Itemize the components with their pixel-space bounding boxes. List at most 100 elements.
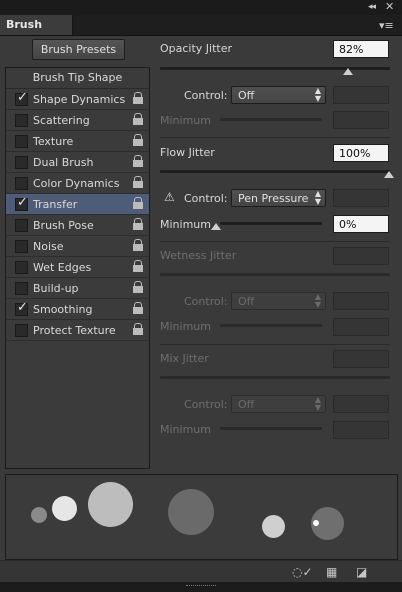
flow-control-value: Pen Pressure xyxy=(238,192,309,205)
sidebar-item-label: Shape Dynamics xyxy=(33,93,126,106)
lock-icon[interactable] xyxy=(133,260,143,272)
checkbox[interactable] xyxy=(15,324,28,337)
opacity-minimum-field xyxy=(333,111,389,129)
sidebar-item-label: Smoothing xyxy=(33,303,93,316)
resize-grip[interactable] xyxy=(186,585,216,589)
opacity-jitter-slider-thumb[interactable] xyxy=(343,68,353,75)
mix-control-select: Off ▲ ▼ xyxy=(231,395,326,413)
brush-presets-button[interactable]: Brush Presets xyxy=(32,39,125,60)
sidebar-item-label: Wet Edges xyxy=(33,261,92,274)
flow-jitter-slider-thumb[interactable] xyxy=(384,171,394,178)
sidebar-item[interactable]: Brush Pose xyxy=(6,215,149,236)
flow-minimum-slider[interactable] xyxy=(220,222,322,225)
lock-icon[interactable] xyxy=(133,323,143,335)
lock-icon[interactable] xyxy=(133,155,143,167)
flow-jitter-slider[interactable] xyxy=(160,170,390,173)
preview-dab xyxy=(31,507,47,523)
select-arrows-icon: ▲ ▼ xyxy=(314,395,321,412)
lock-icon[interactable] xyxy=(133,281,143,293)
sidebar-item[interactable]: Protect Texture xyxy=(6,320,149,341)
lock-icon[interactable] xyxy=(133,239,143,251)
sidebar-item[interactable]: Build-up xyxy=(6,278,149,299)
brush-tip-shape-item[interactable]: Brush Tip Shape xyxy=(6,68,149,89)
sidebar-item[interactable]: ✓ Shape Dynamics xyxy=(6,89,149,110)
mix-control-value: Off xyxy=(238,398,255,411)
opacity-control-label: Control: xyxy=(184,89,228,102)
new-preset-icon[interactable]: ◪ xyxy=(356,565,367,579)
opacity-minimum-slider xyxy=(220,118,322,121)
sidebar-item-label: Color Dynamics xyxy=(33,177,120,190)
sidebar-item[interactable]: ✓ Smoothing xyxy=(6,299,149,320)
opacity-control-select[interactable]: Off ▲ ▼ xyxy=(231,86,326,104)
checkbox[interactable] xyxy=(15,261,28,274)
sidebar-item-label: Scattering xyxy=(33,114,90,127)
tab-row: Brush ▾≡ xyxy=(0,15,402,36)
flow-control-select[interactable]: Pen Pressure ▲ ▼ xyxy=(231,189,326,207)
wetness-minimum-field xyxy=(333,318,389,336)
wetness-control-extra xyxy=(333,292,389,310)
select-arrows-icon: ▲ ▼ xyxy=(314,292,321,309)
select-arrows-icon: ▲ ▼ xyxy=(314,86,321,103)
check-icon: ✓ xyxy=(17,195,28,210)
preview-dab xyxy=(52,496,77,521)
collapse-icon[interactable]: ◂◂ xyxy=(368,2,376,12)
lock-icon[interactable] xyxy=(133,197,143,209)
grid-icon[interactable]: ▦ xyxy=(326,565,337,579)
lock-icon[interactable] xyxy=(133,176,143,188)
divider xyxy=(160,137,390,138)
mix-minimum-field xyxy=(333,421,389,439)
flow-minimum-slider-thumb[interactable] xyxy=(211,223,221,230)
checkbox[interactable] xyxy=(15,240,28,253)
brush-options-list: Brush Tip Shape ✓ Shape Dynamics Scatterin… xyxy=(5,67,150,469)
sidebar-item[interactable]: ✓ Transfer xyxy=(6,194,149,215)
mix-jitter-slider xyxy=(160,376,390,379)
wetness-control-select: Off ▲ ▼ xyxy=(231,292,326,310)
sidebar-item[interactable]: Color Dynamics xyxy=(6,173,149,194)
checkbox[interactable] xyxy=(15,219,28,232)
flow-minimum-field[interactable]: 0% xyxy=(333,215,389,233)
checkbox[interactable]: ✓ xyxy=(15,90,28,106)
sidebar-item-label: Build-up xyxy=(33,282,79,295)
sidebar-item[interactable]: Noise xyxy=(6,236,149,257)
checkbox[interactable]: ✓ xyxy=(15,195,28,211)
checkbox[interactable] xyxy=(15,135,28,148)
sidebar-item-label: Texture xyxy=(33,135,74,148)
preview-dab xyxy=(88,482,133,527)
opacity-jitter-slider[interactable] xyxy=(160,67,390,70)
opacity-control-value: Off xyxy=(238,89,255,102)
wetness-control-value: Off xyxy=(238,295,255,308)
divider xyxy=(160,344,390,345)
checkbox[interactable] xyxy=(15,114,28,127)
toggle-live-tip-icon[interactable]: ◌✓ xyxy=(292,565,313,579)
checkbox[interactable]: ✓ xyxy=(15,300,28,316)
lock-icon[interactable] xyxy=(133,302,143,314)
mix-jitter-field xyxy=(333,350,389,368)
checkbox[interactable] xyxy=(15,282,28,295)
divider xyxy=(160,241,390,242)
panel-bottom-toolbar: ◌✓ ▦ ◪ xyxy=(0,560,402,583)
lock-icon[interactable] xyxy=(133,113,143,125)
sidebar-item-label: Noise xyxy=(33,240,64,253)
mix-jitter-label: Mix Jitter xyxy=(160,352,209,365)
panel-menu-icon[interactable]: ▾≡ xyxy=(379,19,394,32)
tab-brush[interactable]: Brush xyxy=(0,15,73,35)
sidebar-item[interactable]: Wet Edges xyxy=(6,257,149,278)
flow-jitter-field[interactable]: 100% xyxy=(333,144,389,162)
preview-dab xyxy=(262,515,285,538)
checkbox[interactable] xyxy=(15,156,28,169)
lock-icon[interactable] xyxy=(133,134,143,146)
checkbox[interactable] xyxy=(15,177,28,190)
sidebar-item[interactable]: Texture xyxy=(6,131,149,152)
sidebar-item-label: Brush Pose xyxy=(33,219,94,232)
sidebar-item[interactable]: Dual Brush xyxy=(6,152,149,173)
lock-icon[interactable] xyxy=(133,92,143,104)
opacity-jitter-field[interactable]: 82% xyxy=(333,40,389,58)
sidebar-item[interactable]: Scattering xyxy=(6,110,149,131)
wetness-jitter-slider xyxy=(160,273,390,276)
lock-icon[interactable] xyxy=(133,218,143,230)
flow-minimum-label: Minimum xyxy=(160,218,211,231)
close-icon[interactable]: ✕ xyxy=(385,0,394,13)
warning-icon: ⚠ xyxy=(164,190,175,204)
mix-control-label: Control: xyxy=(184,398,228,411)
sidebar-item-label: Transfer xyxy=(33,198,78,211)
